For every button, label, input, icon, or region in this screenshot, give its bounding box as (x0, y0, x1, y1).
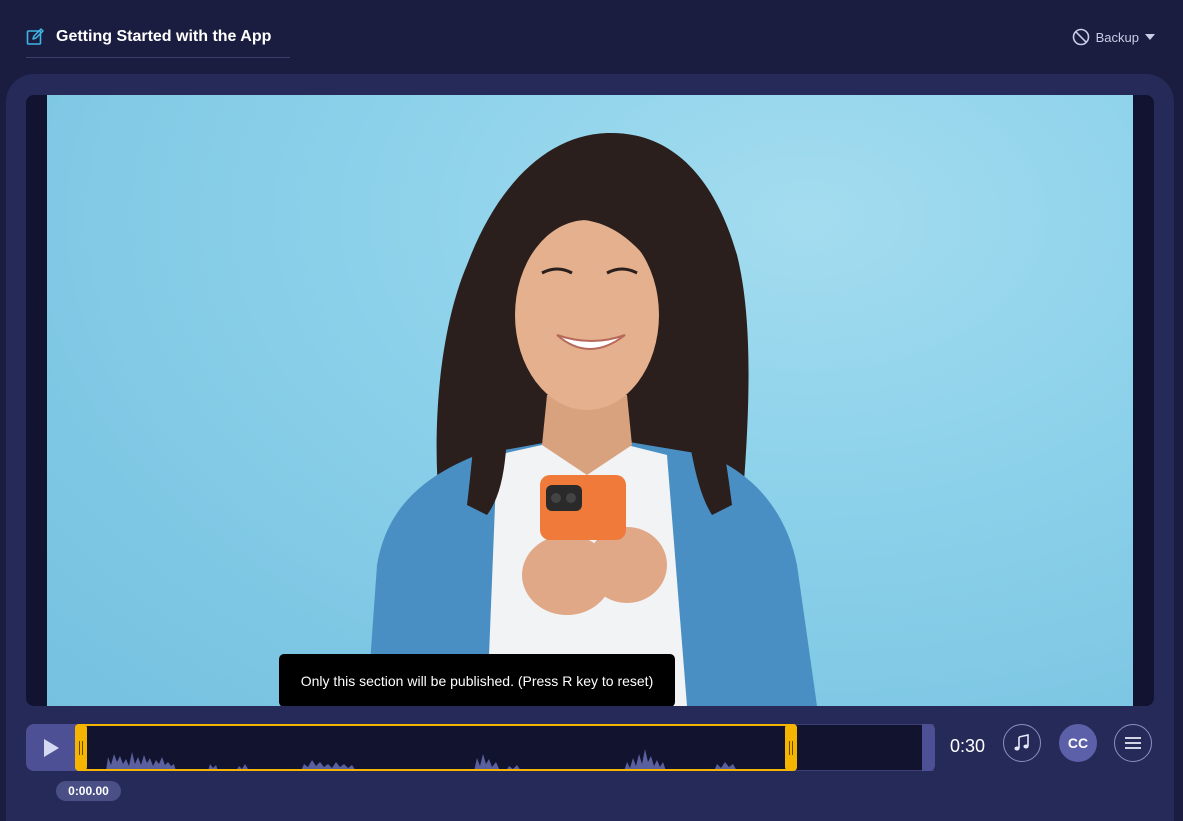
current-time-badge: 0:00.00 (56, 781, 121, 801)
video-player[interactable]: Only this section will be published. (Pr… (26, 95, 1154, 706)
music-button[interactable] (1003, 724, 1041, 762)
selection-start-handle[interactable] (75, 724, 87, 771)
timeline-track-end (922, 724, 935, 771)
edit-icon[interactable] (26, 28, 44, 46)
chevron-down-icon (1145, 34, 1155, 40)
ban-icon (1072, 28, 1089, 46)
music-note-icon (1014, 734, 1029, 751)
project-title[interactable]: Getting Started with the App (56, 24, 271, 50)
selection-end-handle[interactable] (785, 724, 797, 771)
menu-button[interactable] (1114, 724, 1152, 762)
publish-section-tooltip: Only this section will be published. (Pr… (279, 654, 675, 706)
video-preview-image[interactable]: Only this section will be published. (Pr… (47, 95, 1133, 706)
video-duration: 0:30 (950, 736, 986, 756)
play-button[interactable] (26, 724, 76, 771)
backup-dropdown[interactable]: Backup (1072, 27, 1155, 47)
editor-panel: Only this section will be published. (Pr… (6, 74, 1174, 821)
project-title-field[interactable]: Getting Started with the App (26, 24, 290, 58)
timeline-track[interactable] (76, 724, 934, 771)
person-with-phone-illustration (367, 132, 817, 706)
header: Getting Started with the App Backup (0, 0, 1183, 72)
menu-icon (1125, 737, 1141, 749)
play-icon (44, 738, 59, 757)
backup-label: Backup (1095, 29, 1139, 45)
captions-button[interactable]: CC (1059, 724, 1097, 762)
